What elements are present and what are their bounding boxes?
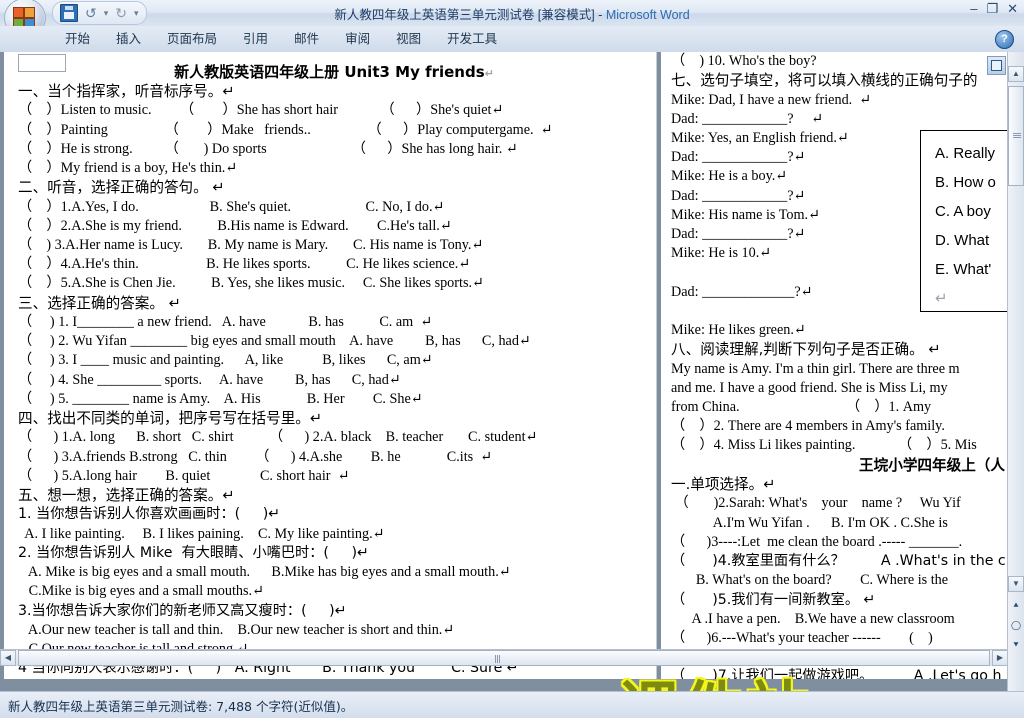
doc-line: A. I like painting. B. I likes paining. … [18,525,385,542]
tab-page-layout[interactable]: 页面布局 [154,26,230,52]
doc-line: （ ) 5. ________ name is Amy. A. His B. H… [18,390,423,407]
doc-line: （ )6.---What's your teacher ------ ( ) [671,629,933,646]
doc-line: 1. 当你想告诉别人你喜欢画画时：( )↵ [18,506,281,523]
section-heading-2: 二、听音，选择正确的答句。 ↵ [18,179,225,197]
doc-line: （ ) 5.A.long hair B. quiet C. short hair… [18,467,350,484]
document-title: 新人教四年级上英语第三单元测试卷 [兼容模式] [334,8,595,22]
doc-line: （ )2.Sarah: What's your name ? Wu Yif [671,495,961,512]
doc-line: Mike: He likes green.↵ [671,322,806,339]
help-icon[interactable]: ? [995,30,1014,49]
margin-marker [18,54,66,72]
doc-line: （ ) 1. I________ a new friend. A. have B… [18,314,433,331]
tab-mailings[interactable]: 邮件 [281,26,332,52]
doc-line: and me. I have a good friend. She is Mis… [671,379,948,396]
vertical-scrollbar[interactable]: ▲ ▼ ⯅ ◯ ⯆ [1007,52,1024,692]
option-item: E. What' [935,261,992,278]
doc-line: 2. 当你想告诉别人 Mike 有大眼睛、小嘴巴时：( )↵ [18,544,369,561]
doc-line: （ ）2. There are 4 members in Amy's famil… [671,418,945,435]
option-item: A. Really [935,145,996,162]
doc-line: 一.单项选择。↵ [671,476,776,494]
doc-line: （ ）Listen to music. （ ）She has short hai… [18,102,504,119]
status-bar: 新人教四年级上英语第三单元测试卷: 7,488 个字符(近似值)。 [0,691,1024,718]
tab-review[interactable]: 审阅 [332,26,383,52]
doc-line: A.Our new teacher is tall and thin. B.Ou… [18,621,455,638]
doc-line: （ )4.教室里面有什么？ A .What's in the c [671,553,1006,570]
next-page-button[interactable]: ⯆ [1008,638,1024,653]
answer-options-textbox[interactable]: A. Really B. How o C. A boy D. What E. W… [920,130,1009,312]
doc-line: （ ) 3.A.Her name is Lucy. B. My name is … [18,237,484,254]
doc-line: B. What's on the board? C. Where is the [671,572,949,589]
option-item: B. How o [935,174,996,191]
select-browse-object-button[interactable]: ◯ [1008,618,1024,633]
section-heading-1: 一、当个指挥家，听音标序号。↵ [18,83,235,100]
word-count-status: 新人教四年级上英语第三单元测试卷: 7,488 个字符(近似值)。 [8,699,354,714]
doc-line: Mike: Dad, I have a new friend. ↵ [671,91,872,108]
window-controls: – ❐ ✕ [970,2,1018,15]
doc-line: （ ）Painting （ ）Make friends.. （ ）Play co… [18,121,553,138]
section-heading-7: 七、选句子填空，将可以填入横线的正确句子的 [671,72,978,90]
restore-button[interactable]: ❐ [986,2,998,15]
section-heading-5: 五、想一想，选择正确的答案。↵ [18,487,235,505]
doc-line: （ ）5.A.She is Chen Jie. B. Yes, she like… [18,275,484,292]
doc-line: 3.当你想告诉大家你们的新老师又高又瘦时：( )↵ [18,602,347,619]
document-canvas[interactable]: 新人教版英语四年级上册 Unit3 My friends↵ 一、当个指挥家，听音… [0,52,1024,692]
minimize-button[interactable]: – [970,2,977,15]
tab-insert[interactable]: 插入 [103,26,154,52]
doc-line: （ ）4.A.He's thin. B. He likes sports. C.… [18,256,471,273]
document-page-left[interactable]: 新人教版英语四年级上册 Unit3 My friends↵ 一、当个指挥家，听音… [4,52,657,679]
doc-line: （ )5.我们有一间新教室。 ↵ [671,591,876,608]
section-heading-8: 八、阅读理解,判断下列句子是否正确。 ↵ [671,341,941,359]
doc-line: （ ) 1.A. long B. short C. shirt （ ) 2.A.… [18,429,538,446]
tab-developer[interactable]: 开发工具 [434,26,510,52]
secondary-paper-heading: 王垸小学四年级上（人 [859,456,1005,474]
application-name: Microsoft Word [605,8,690,22]
doc-line: My name is Amy. I'm a thin girl. There a… [671,360,960,377]
scroll-right-button[interactable]: ▶ [992,650,1008,666]
title-separator: - [594,8,606,22]
doc-line: （ ）4. Miss Li likes painting. （ ）5. Mis [671,437,977,454]
doc-line: from China. （ ）1. Amy [671,399,932,416]
doc-line: Dad: ____________? ↵ [671,110,824,127]
ribbon-tabs: 开始 插入 页面布局 引用 邮件 审阅 视图 开发工具 [52,26,510,52]
page-title: 新人教版英语四年级上册 Unit3 My friends↵ [174,63,494,81]
scroll-left-button[interactable]: ◀ [0,650,16,666]
doc-line: （ ）My friend is a boy, He's thin.↵ [18,160,238,177]
option-item: D. What [935,232,990,249]
window-title: 新人教四年级上英语第三单元测试卷 [兼容模式] - Microsoft Word [0,4,1024,23]
doc-line: C.Mike is big eyes and a small mouths.↵ [18,583,264,600]
split-window-icon[interactable] [987,56,1006,75]
doc-line: （ ）1.A.Yes, I do. B. She's quiet. C. No,… [18,198,445,215]
vertical-scroll-thumb[interactable] [1008,86,1024,186]
doc-line: （ ）2.A.She is my friend. B.His name is E… [18,217,452,234]
word-window: ↺ ▾ ↻ ▾ 新人教四年级上英语第三单元测试卷 [兼容模式] - Micros… [0,0,1024,718]
doc-line: （ ）He is strong. （ ) Do sports （ ）She ha… [18,140,518,157]
tab-view[interactable]: 视图 [383,26,434,52]
title-bar: ↺ ▾ ↻ ▾ 新人教四年级上英语第三单元测试卷 [兼容模式] - Micros… [0,0,1024,38]
doc-line: （ )7.让我们一起做游戏吧。 A .Let's go h [671,668,1002,679]
tab-references[interactable]: 引用 [230,26,281,52]
doc-line: （ )3----:Let me clean the board .----- _… [671,533,963,550]
doc-line: A .I have a pen. B.We have a new classro… [671,610,955,627]
doc-line: （ ) 2. Wu Yifan ________ big eyes and sm… [18,333,531,350]
scroll-down-button[interactable]: ▼ [1008,576,1024,592]
horizontal-scroll-thumb[interactable] [18,650,990,666]
option-paragraph-mark: ↵ [935,290,948,307]
doc-line: A. Mike is big eyes and a small mouth. B… [18,564,511,581]
document-page-right[interactable]: （ ) 10. Who's the boy? 七、选句子填空，将可以填入横线的正… [661,52,1009,679]
doc-line: （ ) 3. I ____ music and painting. A, lik… [18,352,433,369]
doc-line: （ ) 10. Who's the boy? [671,53,817,69]
page-left-content: 新人教版英语四年级上册 Unit3 My friends↵ 一、当个指挥家，听音… [4,52,656,678]
doc-line: A.I'm Wu Yifan . B. I'm OK . C.She is [671,514,948,531]
option-item: C. A boy [935,203,991,220]
scroll-up-button[interactable]: ▲ [1008,66,1024,82]
section-heading-4: 四、找出不同类的单词，把序号写在括号里。↵ [18,410,323,428]
ribbon-tab-bar: 开始 插入 页面布局 引用 邮件 审阅 视图 开发工具 ? [0,26,1024,53]
tab-home[interactable]: 开始 [52,26,103,52]
section-heading-3: 三、选择正确的答案。 ↵ [18,294,181,312]
horizontal-scrollbar[interactable]: ◀ ▶ [0,649,1008,666]
doc-line: （ ) 4. She _________ sports. A. have B, … [18,371,401,388]
doc-line: （ ) 3.A.friends B.strong C. thin （ ) 4.A… [18,448,493,465]
previous-page-button[interactable]: ⯅ [1008,598,1024,613]
close-button[interactable]: ✕ [1007,2,1018,15]
